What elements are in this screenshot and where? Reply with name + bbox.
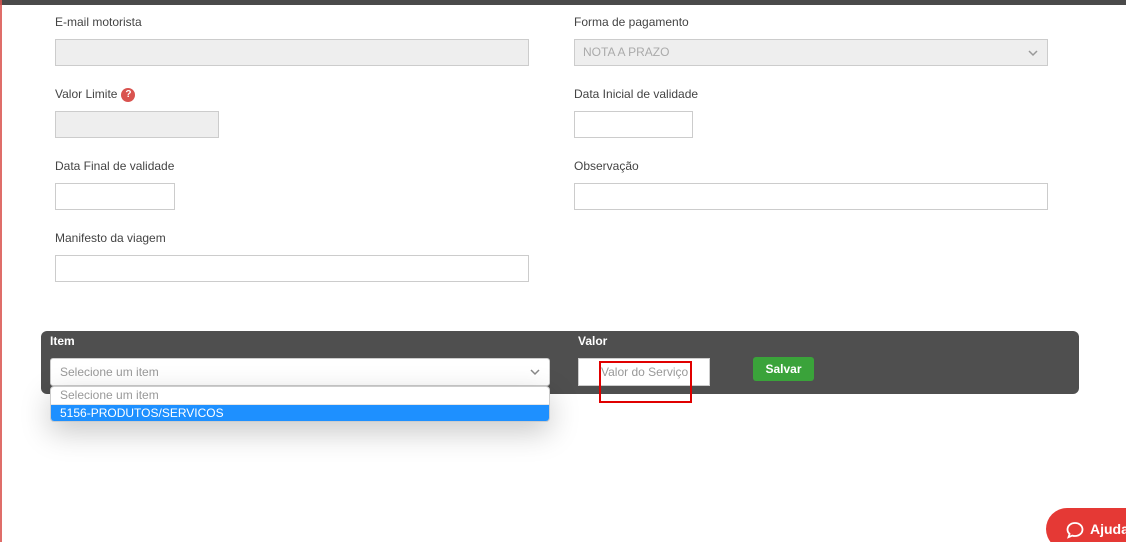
left-edge-accent	[0, 0, 2, 542]
chat-bubble-icon	[1066, 522, 1084, 540]
highlight-annotation	[599, 361, 692, 403]
limit-field[interactable]	[55, 111, 219, 138]
page: E-mail motorista Forma de pagamento NOTA…	[0, 0, 1126, 542]
start-date-field[interactable]	[574, 111, 693, 138]
help-chat-button[interactable]: Ajuda	[1046, 508, 1126, 542]
save-button[interactable]: Salvar	[753, 357, 814, 381]
payment-select[interactable]: NOTA A PRAZO	[574, 39, 1048, 66]
dropdown-option-produtos-servicos[interactable]: 5156-PRODUTOS/SERVICOS	[51, 405, 549, 421]
manifest-label: Manifesto da viagem	[55, 231, 166, 245]
item-label: Item	[50, 334, 75, 348]
payment-label: Forma de pagamento	[574, 15, 689, 29]
dropdown-option-placeholder[interactable]: Selecione um item	[51, 387, 549, 405]
help-chat-label: Ajuda	[1090, 521, 1126, 537]
start-date-label: Data Inicial de validade	[574, 87, 699, 101]
manifest-field[interactable]	[55, 255, 529, 282]
email-field[interactable]	[55, 39, 529, 66]
end-date-label: Data Final de validade	[55, 159, 175, 173]
end-date-field[interactable]	[55, 183, 175, 210]
item-dropdown: Selecione um item 5156-PRODUTOS/SERVICOS	[50, 386, 550, 422]
value-label: Valor	[578, 334, 608, 348]
chevron-down-icon	[1028, 50, 1038, 57]
top-bar	[0, 0, 1126, 5]
limit-label-row: Valor Limite?	[55, 87, 136, 102]
item-select[interactable]: Selecione um item	[50, 358, 550, 386]
payment-value: NOTA A PRAZO	[583, 45, 670, 59]
email-label: E-mail motorista	[55, 15, 142, 29]
notes-label: Observação	[574, 159, 639, 173]
item-select-placeholder: Selecione um item	[60, 365, 159, 379]
notes-field[interactable]	[574, 183, 1048, 210]
chevron-down-icon	[530, 369, 540, 376]
question-circle-icon[interactable]: ?	[121, 87, 136, 102]
limit-label: Valor Limite	[55, 87, 118, 101]
